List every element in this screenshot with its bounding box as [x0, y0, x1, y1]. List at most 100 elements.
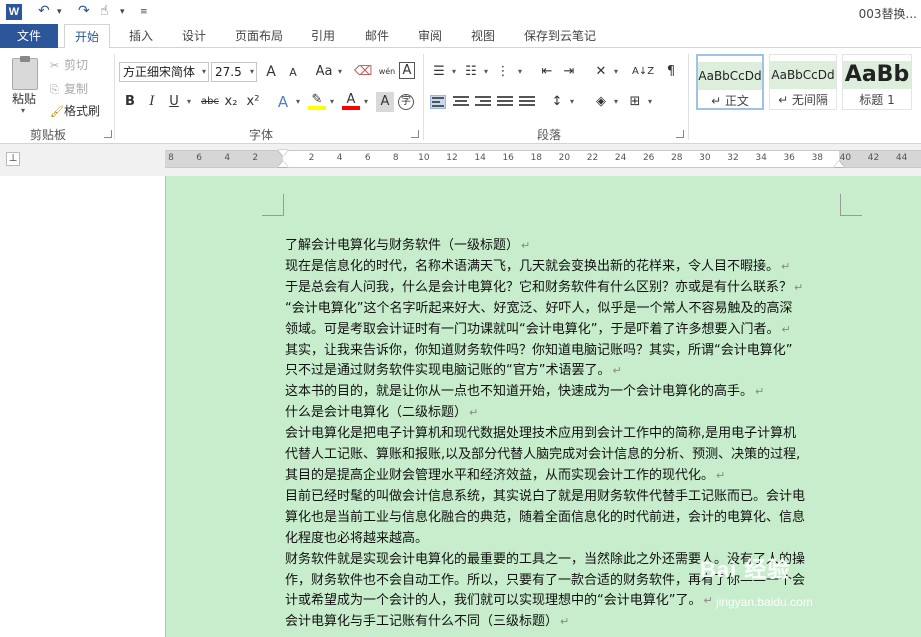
chinese-layout-icon[interactable]: ✕	[592, 62, 610, 82]
tab-mailings[interactable]: 邮件	[365, 24, 389, 48]
bold-button[interactable]: B	[121, 92, 139, 112]
sort-icon[interactable]: A↓Z	[632, 62, 654, 82]
paste-icon[interactable]	[12, 56, 38, 90]
tab-save-to-cloud[interactable]: 保存到云笔记	[524, 24, 596, 48]
document-page[interactable]: 了解会计电算化与财务软件（一级标题） ↵ 现在是信息化的时代，名称术语满天飞，几天就…	[165, 176, 921, 637]
tab-review[interactable]: 审阅	[418, 24, 442, 48]
document-line[interactable]: 了解会计电算化与财务软件（一级标题） ↵	[285, 236, 845, 257]
distributed-icon[interactable]	[519, 96, 535, 110]
line-spacing-dropdown-icon[interactable]: ▾	[568, 92, 576, 112]
undo-dropdown-icon[interactable]: ▾	[57, 7, 62, 17]
highlight-dropdown-icon[interactable]: ▾	[328, 92, 336, 112]
document-line[interactable]: 会计电算化是把电子计算机和现代数据处理技术应用到会计工作中的简称,是用电子计算机	[285, 424, 845, 445]
horizontal-ruler[interactable]: 8 6 4 2 2 4 6 8 10 12 14 16 18 20 22 24 26 28 30 32 34 36 38 40…	[165, 150, 921, 168]
enclose-characters-button[interactable]: 字	[398, 94, 414, 110]
style-no-spacing[interactable]: AaBbCcDd ↵ 无间隔	[769, 54, 837, 110]
character-shading-button[interactable]: A	[376, 92, 394, 112]
numbering-icon[interactable]: ☷	[462, 62, 480, 82]
borders-icon[interactable]: ⊞	[626, 92, 644, 112]
touch-dropdown-icon[interactable]: ▾	[120, 7, 125, 17]
right-indent-marker[interactable]	[834, 161, 844, 167]
superscript-button[interactable]: x²	[244, 92, 262, 112]
text-effects-button[interactable]: A	[274, 92, 292, 112]
clipboard-launcher-icon[interactable]	[104, 130, 112, 138]
bullets-dropdown-icon[interactable]: ▾	[450, 62, 458, 82]
document-line[interactable]: 算化也是当前工业与信息化融合的典范，随着全面信息化的时代前进，会计的电算化、信息	[285, 508, 845, 529]
document-line[interactable]: 目前已经时髦的叫做会计信息系统，其实说白了就是用财务软件代替手工记账而已。会计电	[285, 487, 845, 508]
borders-dropdown-icon[interactable]: ▾	[646, 92, 654, 112]
document-line[interactable]: 领域。可是考取会计证时有一门功课就叫“会计电算化”，于是吓着了许多想要入门者。 ↵	[285, 320, 845, 341]
line-text: 现在是信息化的时代，名称术语满天飞，几天就会变换出新的花样来，令人目不暇接。	[285, 258, 780, 274]
touch-mode-icon[interactable]: ☝	[100, 3, 109, 19]
tab-home[interactable]: 开始	[64, 24, 111, 49]
paragraph-launcher-icon[interactable]	[676, 130, 684, 138]
undo-icon[interactable]: ↶	[38, 3, 50, 19]
document-line[interactable]: 什么是会计电算化（二级标题） ↵	[285, 403, 845, 424]
strikethrough-button[interactable]: abc	[199, 92, 221, 112]
shading-icon[interactable]: ◈	[592, 92, 610, 112]
font-color-dropdown-icon[interactable]: ▾	[362, 92, 370, 112]
document-line[interactable]: 其目的是提高企业财会管理水平和经济效益，从而实现会计工作的现代化。 ↵	[285, 466, 845, 487]
document-line[interactable]: 代替人工记账、算账和报账,以及部分代替人脑完成对会计信息的分析、预测、决策的过程…	[285, 445, 845, 466]
underline-button[interactable]: U	[165, 92, 183, 112]
word-app-icon[interactable]: W	[6, 4, 22, 20]
document-line[interactable]: 化程度也必将越来越高。	[285, 529, 845, 550]
copy-button[interactable]: ⎘ 复制	[50, 80, 88, 97]
show-marks-icon[interactable]: ¶	[662, 62, 680, 82]
tab-view[interactable]: 视图	[471, 24, 495, 48]
document-line[interactable]: 只不过是通过财务软件实现电脑记账的“官方”术语罢了。 ↵	[285, 361, 845, 382]
highlight-icon[interactable]: ✎	[308, 92, 326, 110]
ruler-area: ⊥ 8 6 4 2 2 4 6 8 10 12 14 16 18 20 22 24 26 28 30 32 34 36 38…	[0, 144, 921, 176]
document-line[interactable]: 这本书的目的，就是让你从一点也不知道开始，快速成为一个会计电算化的高手。 ↵	[285, 382, 845, 403]
effects-dropdown-icon[interactable]: ▾	[294, 92, 302, 112]
cut-button[interactable]: ✂ 剪切	[50, 56, 88, 73]
first-line-indent-marker[interactable]	[278, 150, 288, 156]
multilevel-dropdown-icon[interactable]: ▾	[516, 62, 524, 82]
align-left-icon[interactable]	[430, 95, 446, 109]
document-line[interactable]: 现在是信息化的时代，名称术语满天飞，几天就会变换出新的花样来，令人目不暇接。 ↵	[285, 257, 845, 278]
change-case-button[interactable]: Aa	[312, 62, 336, 82]
italic-button[interactable]: I	[143, 92, 161, 112]
tab-page-layout[interactable]: 页面布局	[235, 24, 283, 48]
style-heading-1[interactable]: AaBb 标题 1	[842, 54, 912, 110]
paste-button[interactable]: 粘贴	[12, 90, 36, 107]
shrink-font-button[interactable]: A	[284, 63, 302, 83]
bullets-icon[interactable]: ☰	[430, 62, 448, 82]
tab-insert[interactable]: 插入	[129, 24, 153, 48]
character-border-button[interactable]: A	[399, 62, 415, 79]
chinese-layout-dropdown-icon[interactable]: ▾	[612, 62, 620, 82]
format-painter-button[interactable]: 🖌格式刷	[50, 102, 100, 119]
justify-icon[interactable]	[497, 96, 513, 110]
phonetic-guide-button[interactable]: wén	[376, 62, 398, 82]
multilevel-list-icon[interactable]: ⋮	[494, 62, 512, 82]
hanging-indent-marker[interactable]	[278, 161, 288, 167]
clear-formatting-icon[interactable]: ⌫	[354, 62, 372, 82]
tab-file[interactable]: 文件	[0, 24, 58, 48]
underline-dropdown-icon[interactable]: ▾	[185, 92, 193, 112]
style-normal[interactable]: AaBbCcDd ↵ 正文	[696, 54, 764, 110]
customize-qat-icon[interactable]: ≡	[140, 7, 148, 17]
redo-icon[interactable]: ↷	[78, 3, 90, 19]
numbering-dropdown-icon[interactable]: ▾	[482, 62, 490, 82]
document-line[interactable]: 会计电算化与手工记账有什么不同（三级标题） ↵	[285, 612, 845, 633]
document-line[interactable]: 于是总会有人问我，什么是会计电算化？它和财务软件有什么区别？亦或是有什么联系？ ↵	[285, 278, 845, 299]
grow-font-button[interactable]: A	[262, 62, 280, 82]
align-center-icon[interactable]	[453, 96, 469, 110]
document-line[interactable]: 其实，让我来告诉你，你知道财务软件吗？你知道电脑记账吗？其实，所谓“会计电算化”	[285, 341, 845, 362]
subscript-button[interactable]: x₂	[222, 92, 240, 112]
increase-indent-icon[interactable]: ⇥	[560, 62, 578, 82]
shading-dropdown-icon[interactable]: ▾	[612, 92, 620, 112]
font-launcher-icon[interactable]	[411, 130, 419, 138]
decrease-indent-icon[interactable]: ⇤	[538, 62, 556, 82]
line-spacing-icon[interactable]: ↕	[548, 92, 566, 112]
tab-design[interactable]: 设计	[182, 24, 206, 48]
font-name-select[interactable]: 方正细宋简体 ▾	[119, 62, 209, 82]
tab-selector[interactable]: ⊥	[6, 152, 20, 166]
font-size-select[interactable]: 27.5 ▾	[211, 62, 257, 82]
case-dropdown-icon[interactable]: ▾	[336, 62, 344, 82]
font-color-button[interactable]: A	[342, 92, 360, 110]
document-line[interactable]: “会计电算化”这个名字听起来好大、好宽泛、好吓人，似乎是一个常人不容易触及的高深	[285, 299, 845, 320]
tab-references[interactable]: 引用	[311, 24, 335, 48]
paste-dropdown-icon[interactable]: ▾	[21, 106, 25, 115]
align-right-icon[interactable]	[475, 96, 491, 110]
